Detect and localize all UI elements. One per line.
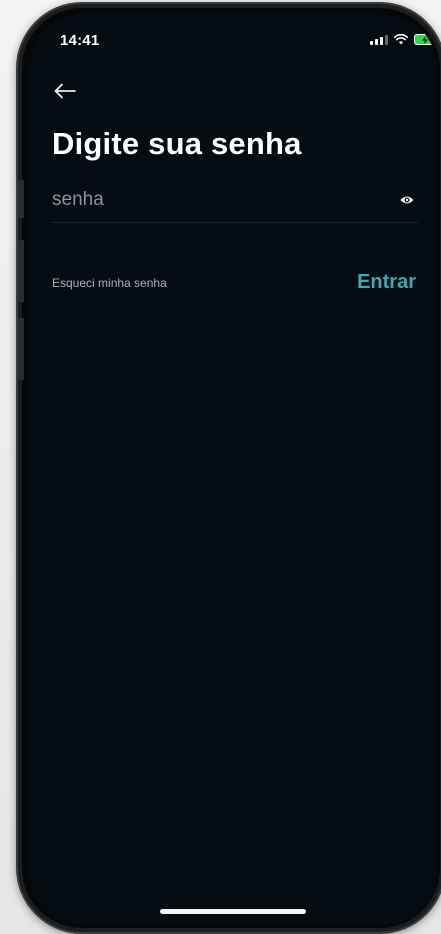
eye-icon: [400, 196, 414, 204]
page-title: Digite sua senha: [52, 126, 302, 161]
volume-down-button: [18, 318, 24, 380]
status-time: 14:41: [60, 32, 100, 49]
forgot-password-link[interactable]: Esqueci minha senha: [52, 276, 167, 290]
back-button[interactable]: [52, 78, 78, 104]
signal-icon: [370, 34, 388, 45]
status-icons: [370, 34, 436, 45]
app-screen: 14:41 Digite sua senha Esqueci minha sen…: [30, 14, 436, 924]
mute-switch: [18, 180, 24, 218]
password-input[interactable]: [52, 182, 372, 218]
home-indicator[interactable]: [160, 909, 306, 914]
back-arrow-icon: [54, 83, 76, 99]
battery-charging-icon: [414, 34, 436, 45]
password-field: [52, 182, 418, 223]
wifi-icon: [394, 34, 408, 45]
volume-up-button: [18, 240, 24, 302]
toggle-visibility-button[interactable]: [396, 190, 418, 210]
status-bar: 14:41: [30, 14, 436, 58]
submit-button[interactable]: Entrar: [357, 271, 416, 294]
device-stage: 14:41 Digite sua senha Esqueci minha sen…: [0, 0, 441, 934]
